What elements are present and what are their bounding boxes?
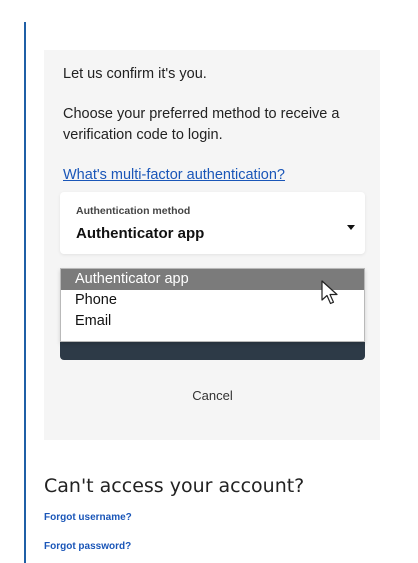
forgot-password-link[interactable]: Forgot password?: [44, 541, 131, 552]
auth-method-label: Authentication method: [76, 205, 191, 217]
auth-method-value: Authenticator app: [76, 225, 205, 242]
intro-text: Let us confirm it's you.: [63, 66, 207, 82]
forgot-username-link[interactable]: Forgot username?: [44, 512, 132, 523]
cancel-button[interactable]: Cancel: [60, 385, 365, 405]
accent-rule: [24, 22, 26, 563]
account-help-heading: Can't access your account?: [44, 475, 305, 497]
mouse-pointer-icon: [321, 280, 338, 305]
option-email[interactable]: Email: [61, 311, 364, 332]
mfa-help-link[interactable]: What's multi-factor authentication?: [63, 166, 285, 184]
submit-button[interactable]: [60, 340, 365, 360]
instructions-text: Choose your preferred method to receive …: [63, 106, 340, 143]
caret-down-icon: [347, 225, 355, 230]
auth-method-select[interactable]: Authentication method Authenticator app: [60, 192, 365, 254]
option-phone[interactable]: Phone: [61, 290, 364, 311]
option-authenticator-app[interactable]: Authenticator app: [61, 269, 364, 290]
